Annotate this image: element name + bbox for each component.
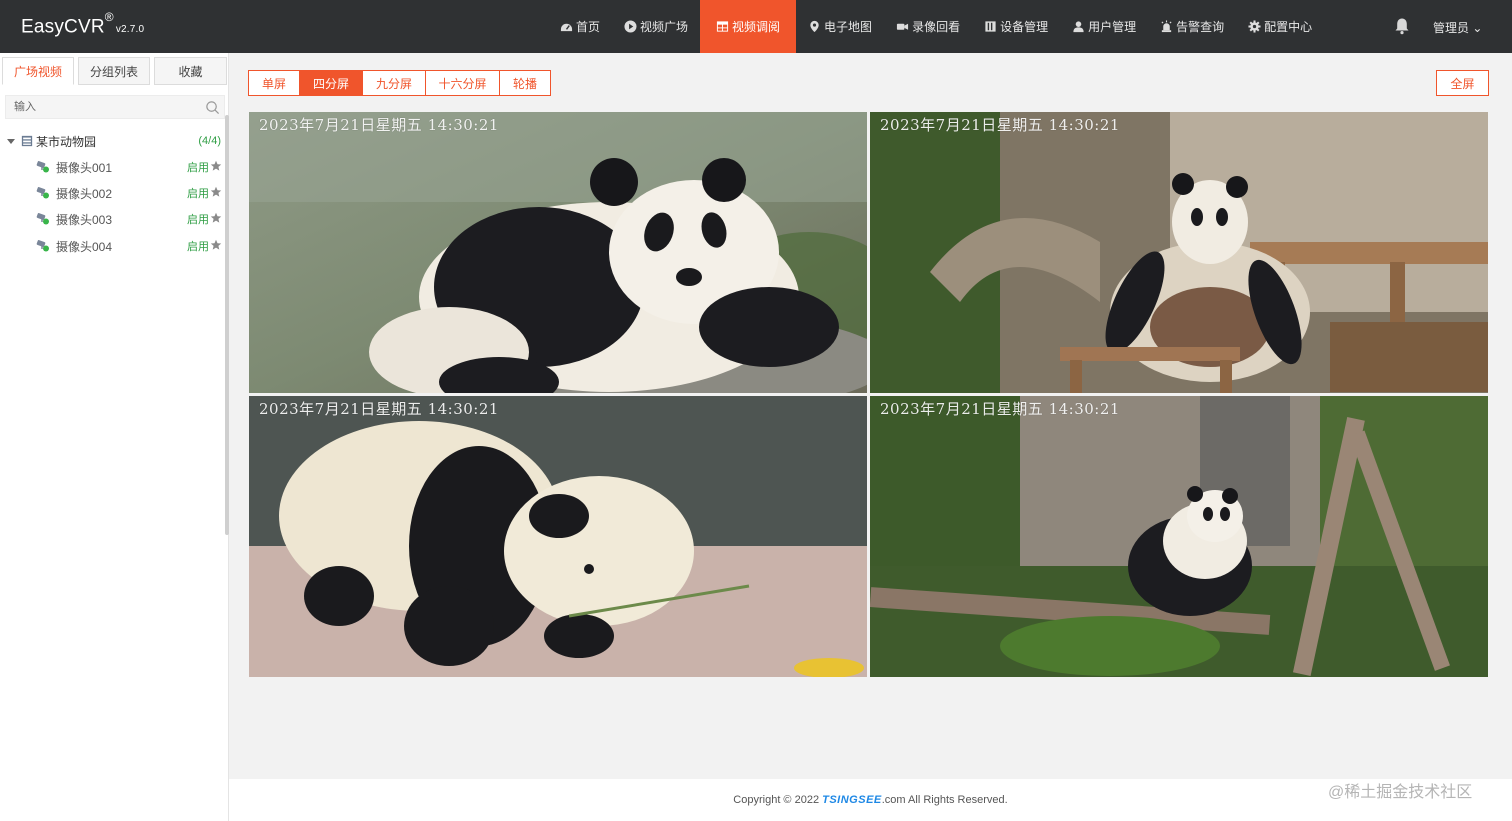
nav-user-management-label: 用户管理 — [1088, 20, 1137, 34]
camera-label: 摄像头003 — [56, 212, 113, 227]
panda-video-frame — [870, 396, 1488, 677]
camera-online-icon — [36, 240, 49, 252]
nav-video-plaza-label: 视频广场 — [640, 20, 689, 34]
play-circle-icon — [624, 20, 637, 33]
camera-online-icon — [36, 213, 49, 225]
carousel-button[interactable]: 轮播 — [500, 70, 551, 96]
camera-item-003[interactable]: 摄像头003 启用 — [0, 209, 225, 229]
video-timestamp: 2023年7月21日星期五 14:30:21 — [880, 400, 1120, 418]
search-box — [5, 95, 225, 119]
fullscreen-button[interactable]: 全屏 — [1436, 70, 1489, 96]
star-icon[interactable] — [210, 239, 222, 251]
nav-e-map-label: 电子地图 — [824, 20, 873, 34]
status-badge: 启用 — [187, 188, 209, 200]
sidebar: 广场视频 分组列表 收藏 某市动物园 (4/4) 摄像头001 启用 摄像头00… — [0, 53, 229, 821]
panda-video-frame — [249, 396, 867, 677]
copyright-text: Copyright © 2022 — [733, 794, 820, 806]
map-pin-icon — [810, 20, 819, 33]
video-timestamp: 2023年7月21日星期五 14:30:21 — [259, 116, 499, 134]
camera-label: 摄像头002 — [56, 186, 113, 201]
tab-group-list[interactable]: 分组列表 — [78, 57, 150, 85]
nav-device-management[interactable]: 设备管理 — [972, 0, 1060, 53]
version-label: v2.7.0 — [115, 24, 145, 36]
nav-e-map[interactable]: 电子地图 — [796, 0, 884, 53]
status-badge: 启用 — [187, 214, 209, 226]
nav-recording-playback[interactable]: 录像回看 — [884, 0, 972, 53]
nav-config-center[interactable]: 配置中心 — [1236, 0, 1324, 53]
registered-mark: ® — [104, 10, 114, 24]
nav-alarm-query[interactable]: 告警查询 — [1148, 0, 1236, 53]
nav-alarm-query-label: 告警查询 — [1176, 20, 1225, 34]
video-player-1[interactable]: 2023年7月21日星期五 14:30:21 — [249, 112, 867, 393]
search-icon[interactable] — [205, 100, 220, 115]
nav-home-label: 首页 — [576, 20, 601, 34]
nav-device-management-label: 设备管理 — [1000, 20, 1049, 34]
nav-config-center-label: 配置中心 — [1264, 20, 1313, 34]
tree-group-node[interactable]: 某市动物园 (4/4) — [0, 132, 225, 150]
watermark: @稀土掘金技术社区 — [1328, 784, 1473, 801]
panda-video-frame — [249, 112, 867, 393]
dashboard-icon — [560, 23, 573, 32]
sixteen-screen-button[interactable]: 十六分屏 — [426, 70, 500, 96]
grid-table-icon — [716, 21, 729, 32]
single-screen-button[interactable]: 单屏 — [248, 70, 300, 96]
tab-favorites[interactable]: 收藏 — [154, 57, 227, 85]
nine-screen-button[interactable]: 九分屏 — [363, 70, 426, 96]
camera-label: 摄像头004 — [56, 239, 113, 254]
nav-video-plaza[interactable]: 视频广场 — [612, 0, 700, 53]
alarm-icon — [1161, 20, 1172, 33]
camera-item-004[interactable]: 摄像头004 启用 — [0, 236, 225, 256]
footer: Copyright © 2022 TSINGSEE .com All Rights… — [229, 779, 1512, 821]
bell-icon[interactable] — [1394, 17, 1410, 35]
star-icon[interactable] — [210, 212, 222, 224]
camera-item-002[interactable]: 摄像头002 启用 — [0, 183, 225, 203]
split-mode-toolbar: 单屏 四分屏 九分屏 十六分屏 轮播 — [248, 70, 551, 96]
search-input[interactable] — [6, 96, 196, 118]
quad-screen-button[interactable]: 四分屏 — [300, 70, 363, 96]
rights-text: .com All Rights Reserved. — [881, 794, 1008, 806]
nav-user-management[interactable]: 用户管理 — [1060, 0, 1148, 53]
user-menu[interactable]: 管理员 ⌄ — [1433, 19, 1482, 36]
camera-item-001[interactable]: 摄像头001 启用 — [0, 157, 225, 177]
video-grid: 2023年7月21日星期五 14:30:21 2023年7月21日星期五 14:… — [249, 112, 1488, 677]
video-player-2[interactable]: 2023年7月21日星期五 14:30:21 — [870, 112, 1488, 393]
status-badge: 启用 — [187, 162, 209, 174]
brand-name: EasyCVR — [21, 16, 105, 38]
nav-recording-playback-label: 录像回看 — [912, 20, 961, 34]
nav-home[interactable]: 首页 — [548, 0, 612, 53]
video-camera-icon — [896, 23, 909, 30]
nav-video-review[interactable]: 视频调阅 — [700, 0, 797, 53]
company-logo-text: TSINGSEE — [822, 794, 882, 806]
nav-video-review-label: 视频调阅 — [732, 20, 781, 34]
user-icon — [1073, 21, 1084, 33]
caret-down-icon[interactable] — [7, 138, 15, 144]
top-navigation-bar: EasyCVR®v2.7.0 首页 视频广场 视频调阅 电子地图 录像回看 设备… — [0, 0, 1512, 53]
main-nav: 首页 视频广场 视频调阅 电子地图 录像回看 设备管理 用户管理 告警查询 配置… — [548, 0, 1324, 53]
device-icon — [985, 21, 996, 32]
group-label: 某市动物园 — [36, 134, 97, 149]
tab-plaza-videos[interactable]: 广场视频 — [2, 57, 74, 85]
camera-online-icon — [36, 187, 49, 199]
star-icon[interactable] — [210, 186, 222, 198]
status-badge: 启用 — [187, 241, 209, 253]
video-timestamp: 2023年7月21日星期五 14:30:21 — [880, 116, 1120, 134]
brand-logo: EasyCVR®v2.7.0 — [21, 10, 145, 38]
camera-online-icon — [36, 161, 49, 173]
star-icon[interactable] — [210, 160, 222, 172]
camera-label: 摄像头001 — [56, 160, 113, 175]
sidebar-scrollbar[interactable] — [225, 115, 229, 535]
group-count: (4/4) — [198, 135, 221, 147]
gear-icon — [1248, 20, 1261, 33]
video-player-4[interactable]: 2023年7月21日星期五 14:30:21 — [870, 396, 1488, 677]
video-player-3[interactable]: 2023年7月21日星期五 14:30:21 — [249, 396, 867, 677]
sidebar-tabs: 广场视频 分组列表 收藏 — [0, 57, 229, 85]
group-server-icon — [21, 135, 33, 147]
panda-video-frame — [870, 112, 1488, 393]
video-timestamp: 2023年7月21日星期五 14:30:21 — [259, 400, 499, 418]
